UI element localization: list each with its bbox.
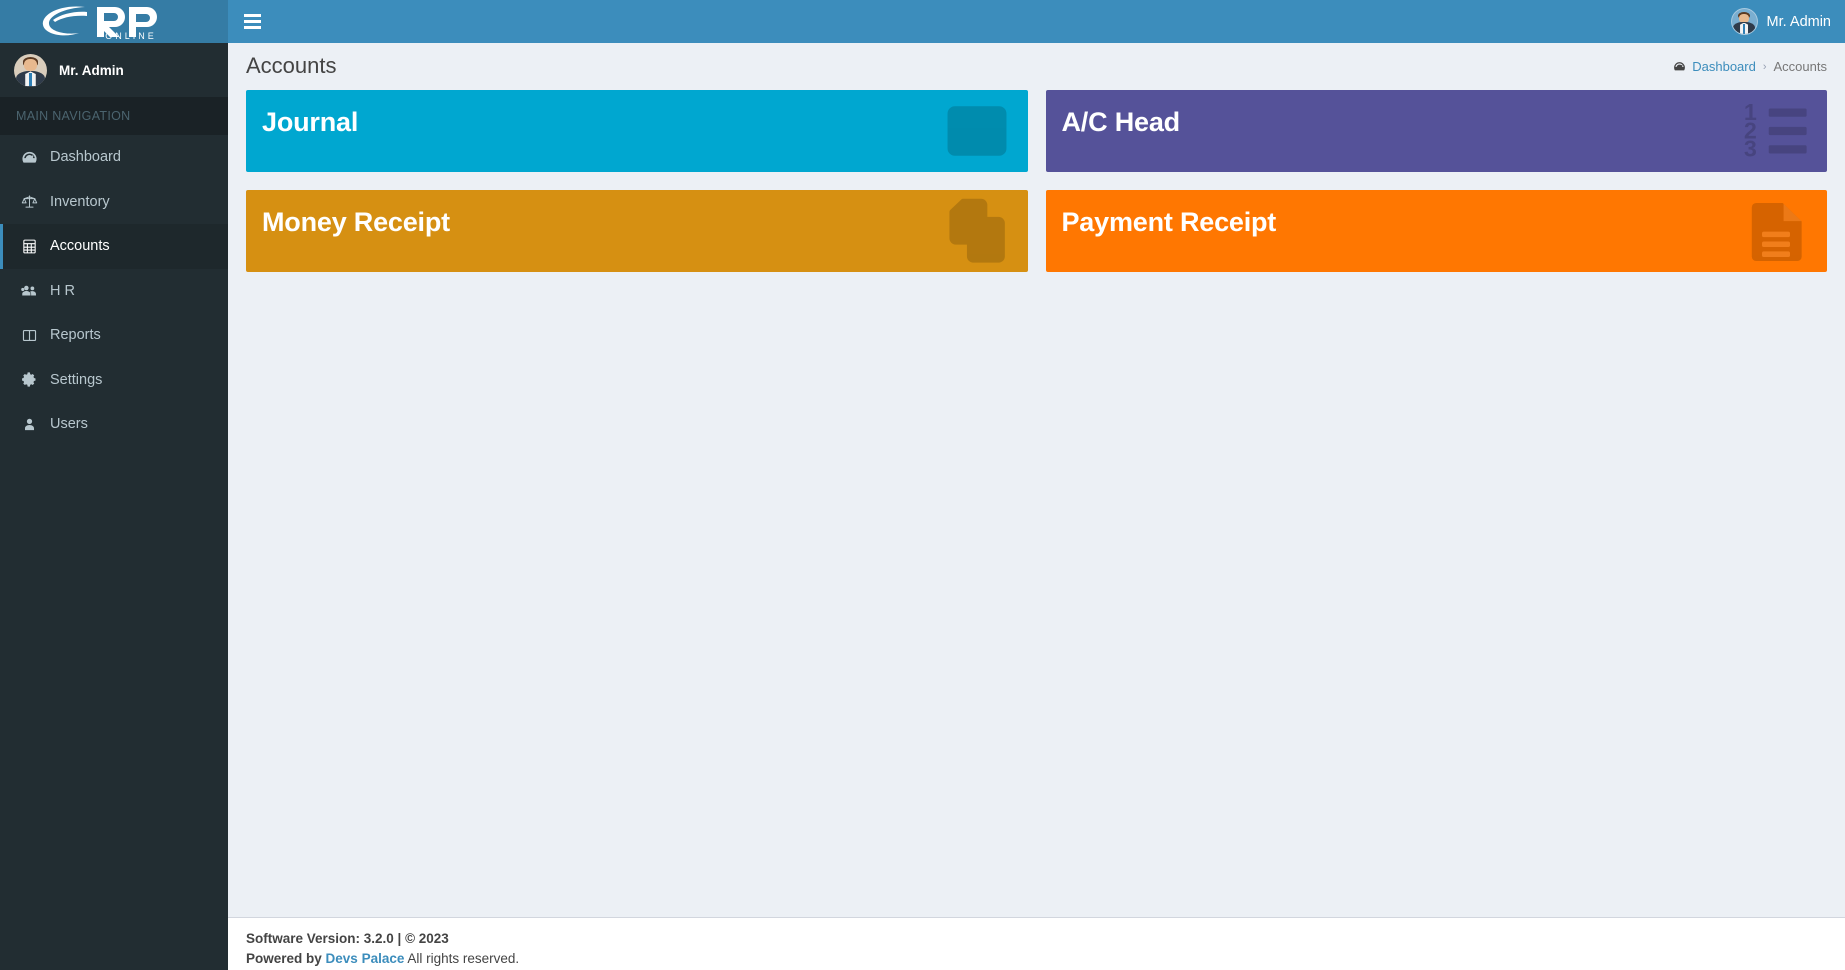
sidebar-item-label: Settings — [50, 371, 103, 388]
breadcrumb-separator: › — [1762, 60, 1767, 73]
tile-title: Journal — [262, 107, 359, 137]
sidebar-section-header: MAIN NAVIGATION — [0, 97, 228, 135]
calculator-icon — [19, 236, 39, 256]
file-text-icon — [1741, 196, 1811, 266]
main-header: ONLINE Mr. Admin — [0, 0, 1845, 43]
sidebar-item-label: Accounts — [50, 238, 110, 255]
footer-powered-link[interactable]: Devs Palace — [326, 951, 405, 966]
sidebar-item-label: Inventory — [50, 193, 110, 210]
copy-files-icon — [942, 196, 1012, 266]
tile-grid: Journal A/C Head 1 2 3 Money Receipt Pay… — [219, 90, 1845, 290]
tile-payment-receipt[interactable]: Payment Receipt — [1045, 190, 1827, 272]
sidebar-item-inventory[interactable]: Inventory — [0, 180, 228, 225]
brand-logo[interactable]: ONLINE — [0, 0, 228, 43]
sidebar-user-avatar — [14, 53, 47, 87]
tile-journal[interactable]: Journal — [246, 90, 1028, 172]
footer-credit-line: Powered by Devs Palace All rights reserv… — [246, 949, 1827, 969]
content-header: Accounts Dashboard › Accounts — [228, 43, 1845, 90]
navbar-user-avatar — [1730, 8, 1758, 35]
sidebar-toggle-button[interactable] — [228, 0, 276, 43]
tile-title: Money Receipt — [262, 207, 450, 237]
sidebar-item-label: Dashboard — [50, 149, 121, 166]
footer-rights-text: All rights reserved. — [407, 951, 520, 966]
footer-version-line: Software Version: 3.2.0 | © 2023 — [246, 929, 1827, 949]
tile-column: Journal — [237, 90, 1037, 190]
tile-title: Payment Receipt — [1061, 207, 1277, 237]
sidebar-item-reports[interactable]: Reports — [0, 313, 228, 358]
users-group-icon — [19, 281, 39, 301]
application-root: ONLINE Mr. Admin Mr. Admin MAIN NAVIGATI… — [0, 0, 1845, 970]
user-icon — [19, 414, 39, 434]
columns-icon — [942, 96, 1012, 166]
navbar-user-name: Mr. Admin — [1766, 13, 1831, 30]
tile-column: Payment Receipt — [1037, 190, 1837, 290]
tile-title: A/C Head — [1061, 107, 1181, 137]
sidebar-item-label: Reports — [50, 327, 101, 344]
sidebar-item-accounts[interactable]: Accounts — [0, 224, 228, 269]
dashboard-icon — [19, 147, 39, 167]
svg-text:3: 3 — [1744, 136, 1757, 162]
sidebar-item-label: Users — [50, 416, 88, 433]
main-footer: Software Version: 3.2.0 | © 2023 Powered… — [228, 917, 1845, 970]
tile-money-receipt[interactable]: Money Receipt — [246, 190, 1028, 272]
gear-icon — [19, 370, 39, 390]
breadcrumb-dashboard-label: Dashboard — [1692, 59, 1756, 74]
breadcrumb-dashboard-link[interactable]: Dashboard — [1673, 59, 1756, 74]
footer-powered-prefix: Powered by — [246, 951, 322, 966]
top-navbar: Mr. Admin — [228, 0, 1845, 43]
breadcrumb: Dashboard › Accounts — [1673, 59, 1827, 74]
sidebar-item-dashboard[interactable]: Dashboard — [0, 135, 228, 180]
balance-scale-icon — [19, 192, 39, 212]
tile-column: Money Receipt — [237, 190, 1037, 290]
sidebar-item-users[interactable]: Users — [0, 402, 228, 447]
ordered-list-icon: 1 2 3 — [1741, 96, 1811, 166]
sidebar-item-label: H R — [50, 282, 75, 299]
sidebar-item-hr[interactable]: H R — [0, 269, 228, 314]
hamburger-icon — [243, 11, 261, 32]
sidebar-user-panel[interactable]: Mr. Admin — [0, 43, 228, 97]
dashboard-icon — [1673, 60, 1686, 73]
page-title: Accounts — [246, 53, 337, 78]
content-wrapper: Accounts Dashboard › Accounts Journal A/… — [228, 43, 1845, 917]
tile-ac-head[interactable]: A/C Head 1 2 3 — [1045, 90, 1827, 172]
navbar-user-menu[interactable]: Mr. Admin — [1721, 0, 1845, 43]
sidebar-item-settings[interactable]: Settings — [0, 358, 228, 403]
columns-icon — [19, 325, 39, 345]
breadcrumb-current: Accounts — [1773, 59, 1827, 74]
erp-online-logo-icon: ONLINE — [42, 5, 157, 41]
svg-text:ONLINE: ONLINE — [105, 31, 157, 41]
tile-column: A/C Head 1 2 3 — [1037, 90, 1837, 190]
sidebar: Mr. Admin MAIN NAVIGATION Dashboard Inve… — [0, 43, 228, 970]
footer-version-text: Software Version: 3.2.0 | © 2023 — [246, 931, 449, 946]
sidebar-user-name: Mr. Admin — [59, 62, 124, 78]
